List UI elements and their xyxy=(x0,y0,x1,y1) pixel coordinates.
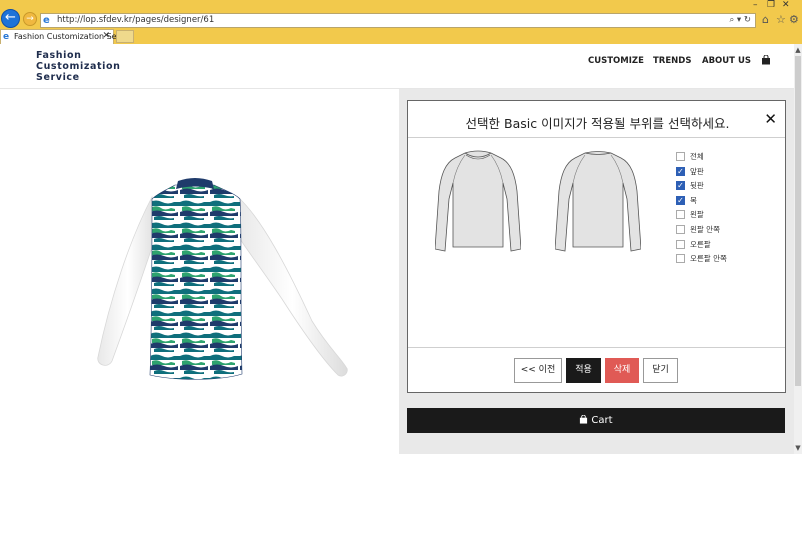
dialog-title: 선택한 Basic 이미지가 적용될 부위를 선택하세요. xyxy=(465,116,730,131)
close-button[interactable]: 닫기 xyxy=(643,358,678,383)
delete-button[interactable]: 삭제 xyxy=(605,358,639,383)
checkbox-unchecked-icon[interactable] xyxy=(676,224,685,234)
maximize-icon[interactable]: ❐ xyxy=(767,0,775,10)
favorites-icon[interactable]: ☆ xyxy=(776,13,786,26)
part-option-label: 오른팔 xyxy=(690,239,711,249)
checkbox-unchecked-icon[interactable] xyxy=(676,152,685,161)
shirt-3d-model[interactable] xyxy=(0,89,398,454)
shirt-back-diagram[interactable] xyxy=(555,149,641,255)
scroll-up-icon[interactable]: ▲ xyxy=(794,46,802,54)
back-arrow-icon: ← xyxy=(5,10,16,25)
garment-viewer[interactable] xyxy=(0,89,398,454)
part-option-label: 전체 xyxy=(690,152,704,161)
nav-customize[interactable]: CUSTOMIZE xyxy=(588,56,644,66)
forward-button[interactable]: → xyxy=(23,12,37,26)
part-option-label: 뒷판 xyxy=(690,181,704,191)
scroll-thumb[interactable] xyxy=(795,56,801,386)
logo-line-3: Service xyxy=(36,72,80,83)
page-scrollbar[interactable]: ▲ ▼ xyxy=(794,44,802,454)
address-tools[interactable]: ⌕ ▾ ↻ xyxy=(729,15,751,25)
browser-tab[interactable]: e Fashion Customization Ser... ✕ xyxy=(0,29,127,44)
logo-line-1: Fashion xyxy=(36,50,82,61)
back-button[interactable]: ← xyxy=(1,9,20,28)
part-option-label: 앞판 xyxy=(690,166,704,176)
part-option-label: 왼팔 xyxy=(690,210,704,220)
logo-line-2: Customization xyxy=(36,61,121,72)
part-option-label: 오른팔 안쪽 xyxy=(690,254,727,264)
apply-button[interactable]: 적용 xyxy=(566,358,601,383)
checkbox-checked-icon[interactable]: ✓ xyxy=(676,181,685,191)
nav-trends[interactable]: TRENDS xyxy=(653,56,691,66)
checkbox-unchecked-icon[interactable] xyxy=(676,210,685,220)
minimize-icon[interactable]: – xyxy=(753,0,758,10)
prev-button[interactable]: << 이전 xyxy=(514,358,562,383)
nav-about-us[interactable]: ABOUT US xyxy=(702,56,751,66)
checkbox-checked-icon[interactable]: ✓ xyxy=(676,195,685,205)
settings-icon[interactable]: ⚙ xyxy=(789,13,799,26)
cart-label: Cart xyxy=(591,415,613,426)
forward-arrow-icon: → xyxy=(26,14,34,24)
dialog-footer-divider xyxy=(408,347,785,348)
dialog-divider xyxy=(408,137,785,138)
checkbox-unchecked-icon[interactable] xyxy=(676,254,685,264)
tab-bar: e Fashion Customization Ser... ✕ xyxy=(0,29,802,44)
address-bar[interactable]: e http://lop.sfdev.kr/pages/designer/61 … xyxy=(40,13,756,28)
new-tab-button[interactable] xyxy=(116,30,134,43)
tab-close-icon[interactable]: ✕ xyxy=(102,31,110,41)
site-header: Fashion Customization Service CUSTOMIZE … xyxy=(0,44,794,88)
checkbox-unchecked-icon[interactable] xyxy=(676,239,685,249)
dialog-close-icon[interactable]: ✕ xyxy=(764,110,777,128)
address-url[interactable]: http://lop.sfdev.kr/pages/designer/61 xyxy=(57,15,214,25)
home-icon[interactable]: ⌂ xyxy=(762,13,769,26)
page-blank-area xyxy=(0,454,802,542)
part-option-label: 왼팔 안쪽 xyxy=(690,224,720,234)
ie-icon: e xyxy=(43,15,50,26)
scroll-down-icon[interactable]: ▼ xyxy=(794,444,802,452)
cart-button[interactable]: Cart xyxy=(407,408,785,433)
browser-chrome: ← → e http://lop.sfdev.kr/pages/designer… xyxy=(0,0,802,44)
site-logo[interactable]: Fashion Customization Service xyxy=(36,50,120,83)
part-select-dialog: 선택한 Basic 이미지가 적용될 부위를 선택하세요. ✕ 전체 ✓ 앞판 ✓ 뒷판… xyxy=(407,100,786,393)
checkbox-checked-icon[interactable]: ✓ xyxy=(676,166,685,176)
shopping-bag-icon[interactable] xyxy=(761,55,771,65)
window-close-icon[interactable]: ✕ xyxy=(782,0,790,10)
ie-tab-icon: e xyxy=(3,32,10,42)
shopping-bag-icon xyxy=(580,415,588,424)
shirt-front-diagram[interactable] xyxy=(435,149,521,255)
part-option-label: 목 xyxy=(690,195,697,205)
